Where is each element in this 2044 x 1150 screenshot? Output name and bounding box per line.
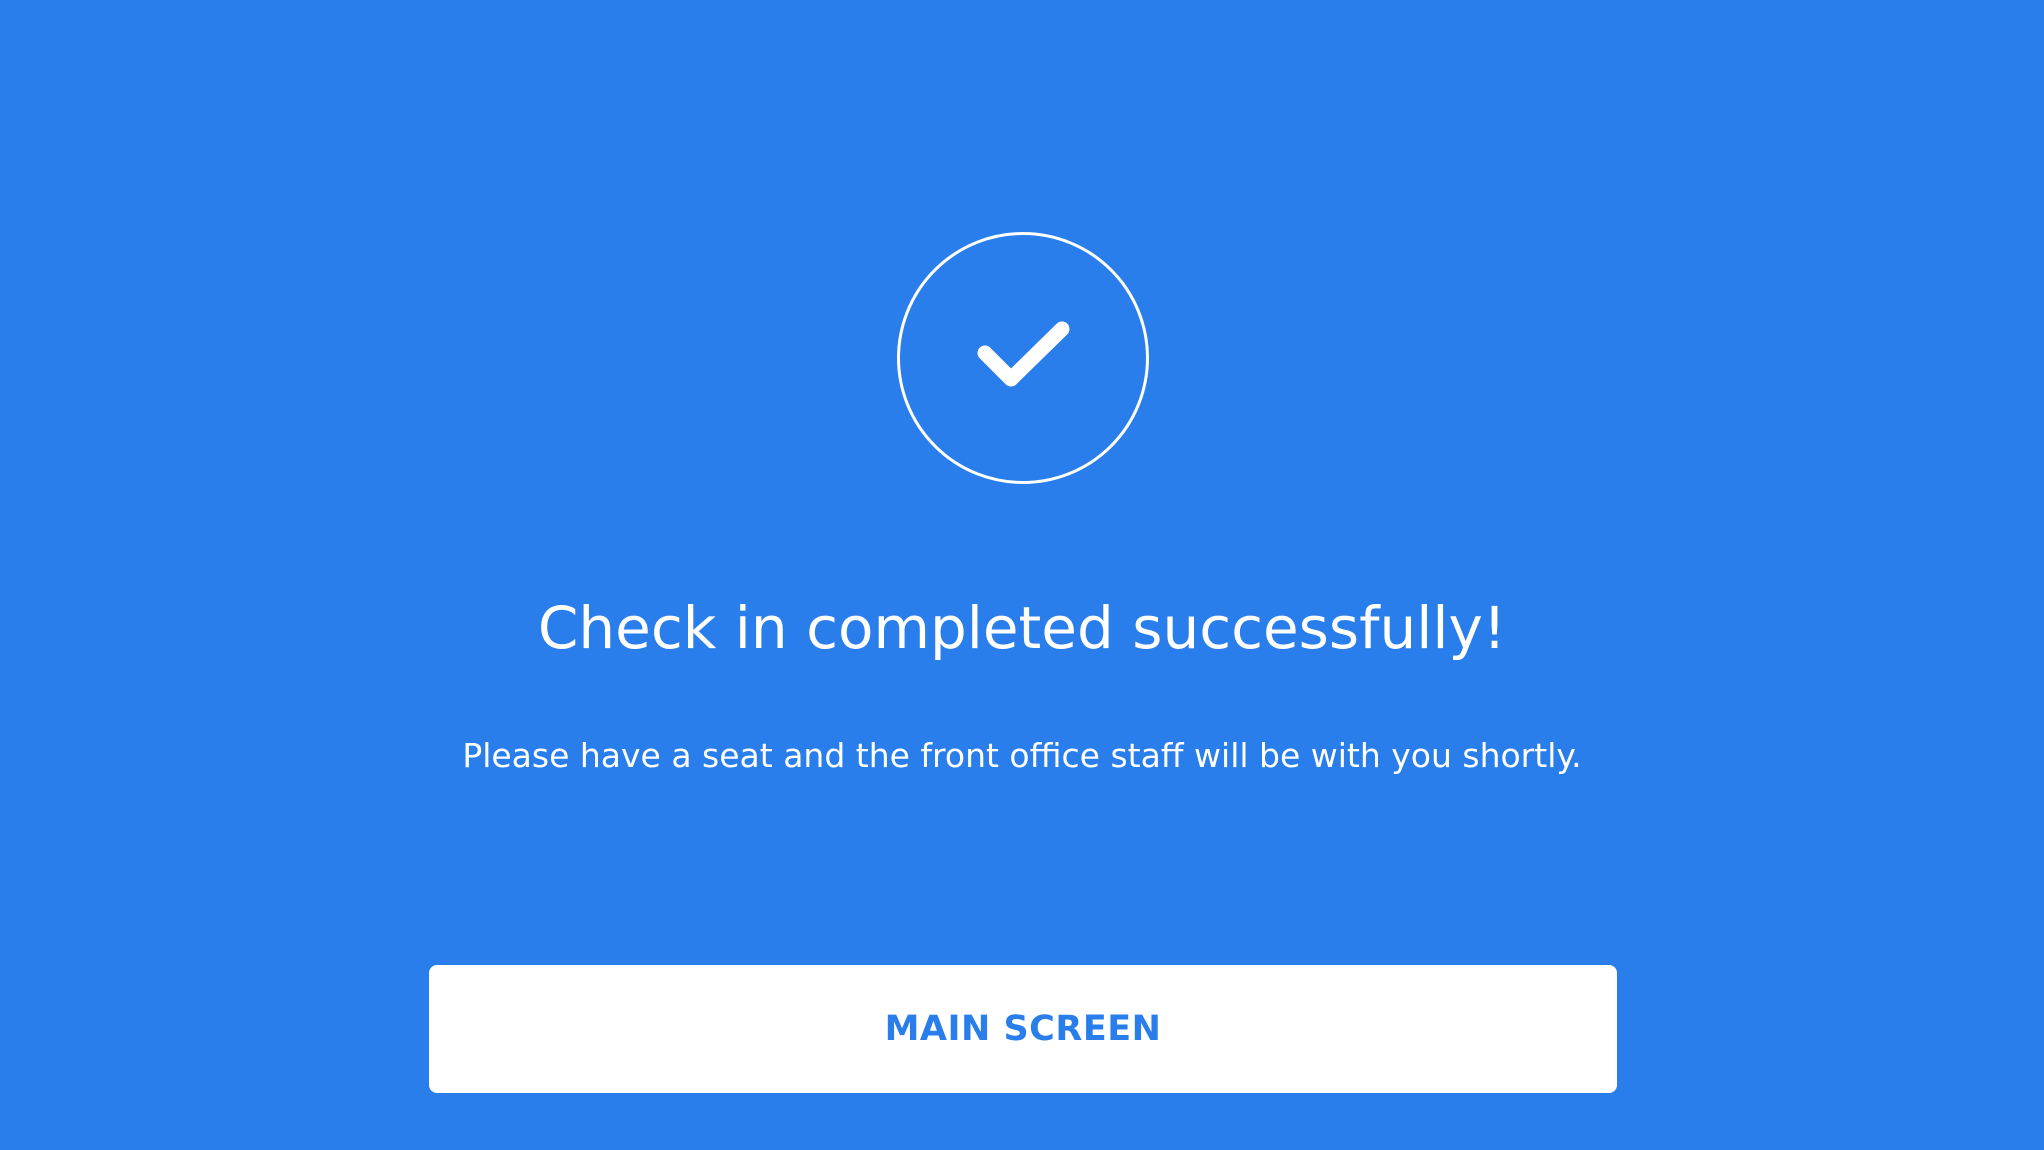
main-screen-button[interactable]: MAIN SCREEN [429, 965, 1617, 1093]
success-message: Please have a seat and the front office … [462, 736, 1582, 775]
checkmark [977, 321, 1070, 387]
check-circle-icon [897, 232, 1149, 484]
check-circle-graphic [897, 232, 1149, 484]
success-title: Check in completed successfully! [537, 594, 1507, 662]
check-in-success-screen: Check in completed successfully! Please … [0, 0, 2044, 1150]
